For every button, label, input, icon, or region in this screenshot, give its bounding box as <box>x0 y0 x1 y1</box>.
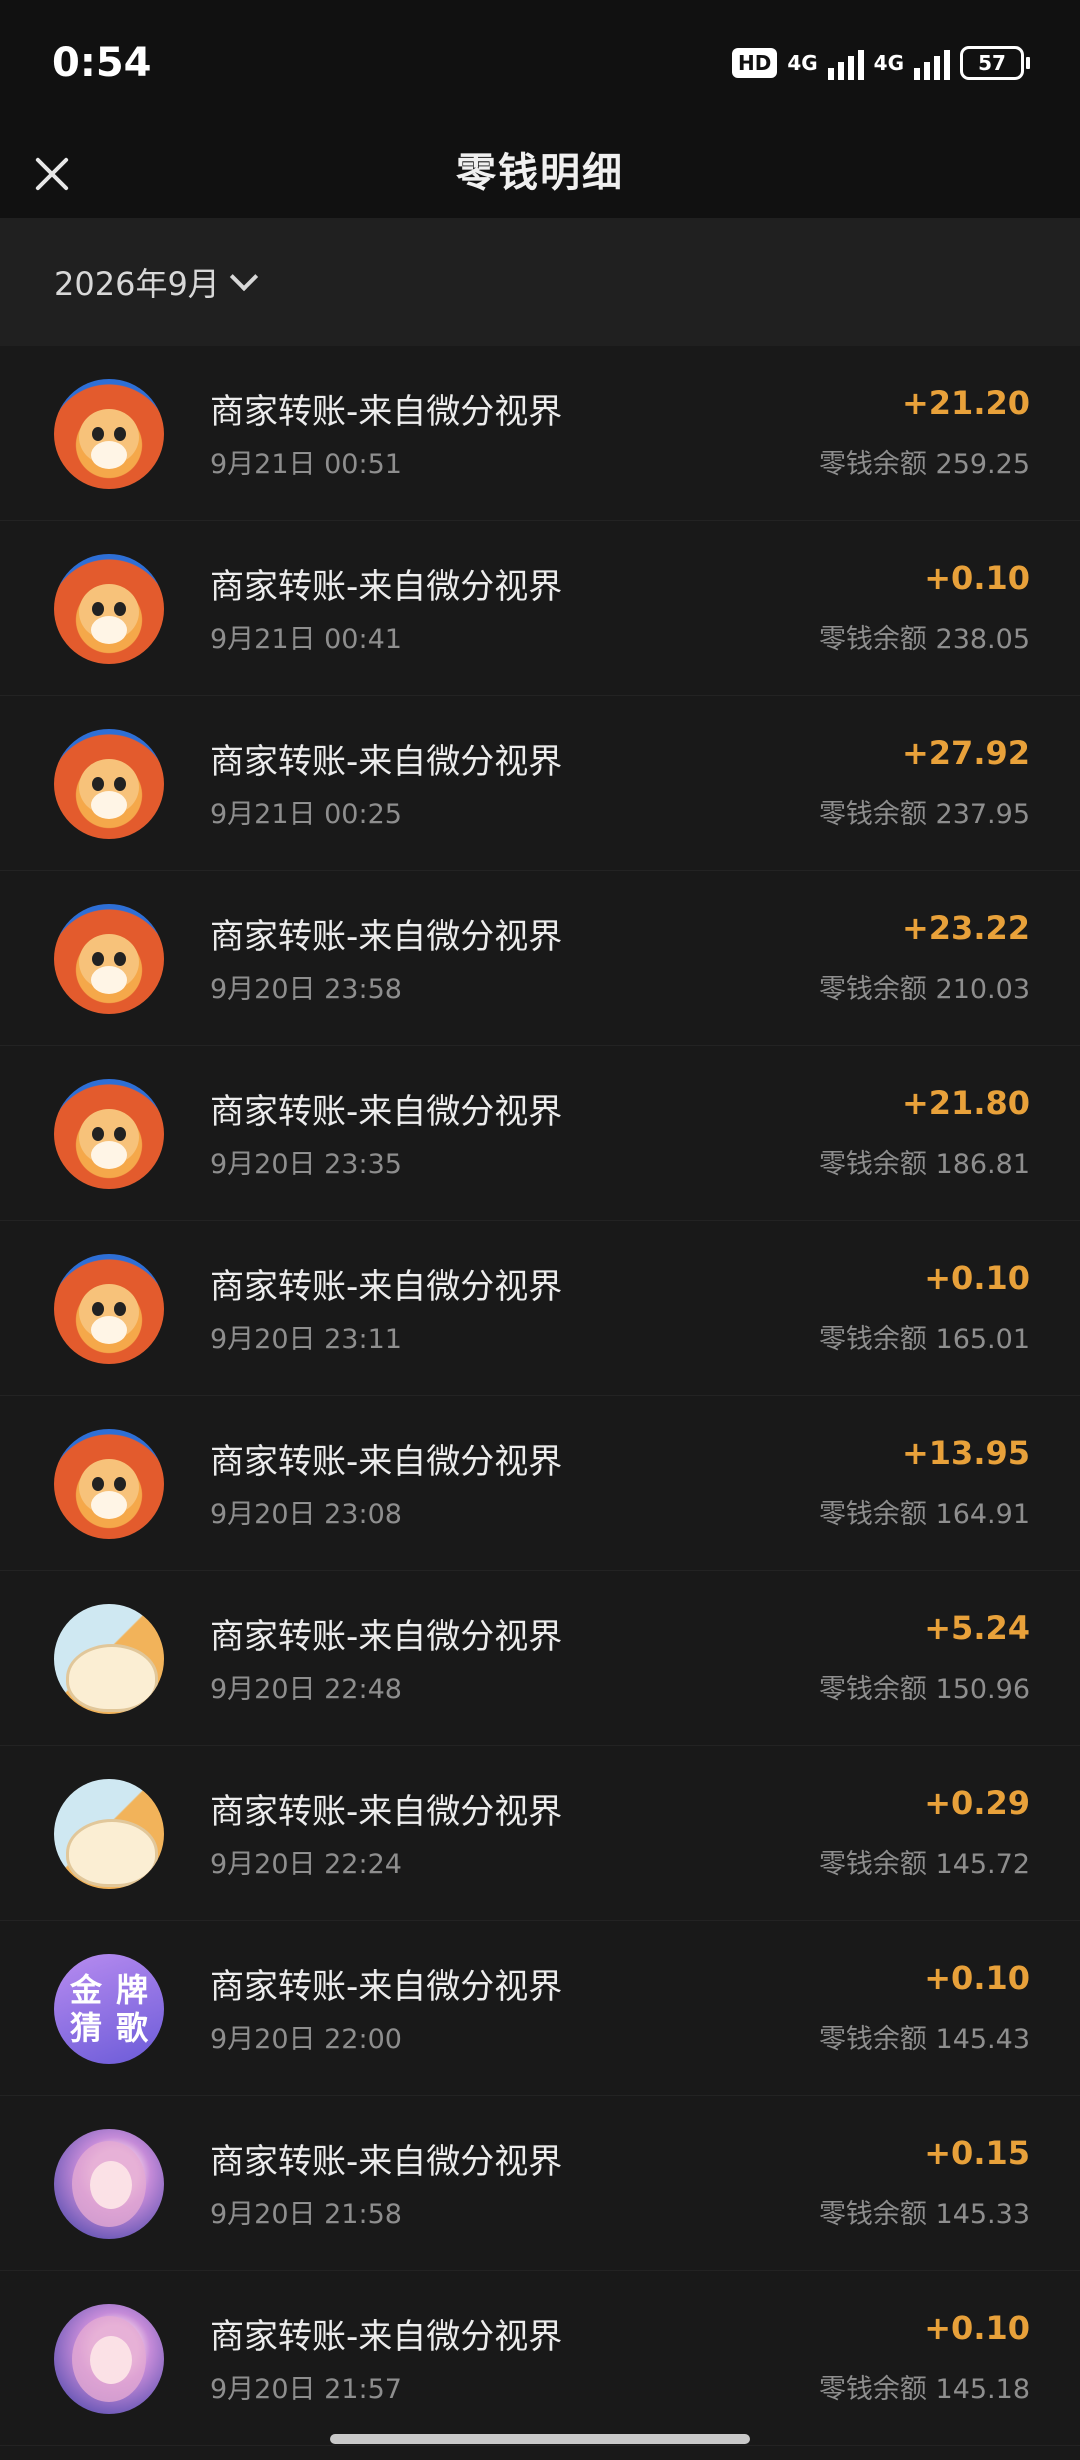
transaction-amount: +0.10 <box>924 1259 1030 1297</box>
transaction-row[interactable]: 商家转账-来自微分视界 9月20日 21:58 +0.15 零钱余额 145.33 <box>0 2096 1080 2271</box>
transaction-amount: +23.22 <box>901 909 1030 947</box>
transaction-balance: 零钱余额 145.33 <box>818 2199 1030 2230</box>
avatar-text-char: 金 <box>69 1971 102 2009</box>
merchant-avatar <box>54 379 164 489</box>
transaction-title: 商家转账-来自微分视界 <box>210 2142 563 2182</box>
transaction-row[interactable]: 商家转账-来自微分视界 9月20日 23:11 +0.10 零钱余额 165.01 <box>0 1221 1080 1396</box>
merchant-avatar <box>54 2304 164 2414</box>
transaction-balance: 零钱余额 259.25 <box>818 449 1030 480</box>
status-indicators: HD 4G 4G 57 <box>731 46 1030 80</box>
merchant-avatar <box>54 1079 164 1189</box>
transaction-balance: 零钱余额 145.43 <box>818 2024 1030 2055</box>
transaction-balance: 零钱余额 165.01 <box>818 1324 1030 1355</box>
transaction-balance: 零钱余额 150.96 <box>818 1674 1030 1705</box>
hd-voice-icon: HD <box>731 48 778 78</box>
transaction-balance: 零钱余额 237.95 <box>818 799 1030 830</box>
transaction-row[interactable]: 商家转账-来自微分视界 9月21日 00:25 +27.92 零钱余额 237.95 <box>0 696 1080 871</box>
transaction-time: 9月21日 00:25 <box>210 799 402 830</box>
transaction-row[interactable]: 商家转账-来自微分视界 9月20日 23:08 +13.95 零钱余额 164.91 <box>0 1396 1080 1571</box>
transaction-amount: +0.15 <box>924 2134 1030 2172</box>
merchant-avatar <box>54 904 164 1014</box>
merchant-avatar <box>54 1254 164 1364</box>
transaction-time: 9月20日 23:58 <box>210 974 402 1005</box>
title-bar: 零钱明细 <box>0 130 1080 218</box>
status-bar: 0:54 HD 4G 4G 57 <box>0 0 1080 130</box>
status-time: 0:54 <box>52 40 152 86</box>
month-label: 2026年9月 <box>54 265 220 303</box>
transaction-row[interactable]: 商家转账-来自微分视界 9月21日 00:41 +0.10 零钱余额 238.05 <box>0 521 1080 696</box>
transaction-row[interactable]: 商家转账-来自微分视界 9月20日 21:57 +0.10 零钱余额 145.18 <box>0 2271 1080 2446</box>
transaction-amount: +0.10 <box>924 1959 1030 1997</box>
transaction-title: 商家转账-来自微分视界 <box>210 1792 563 1832</box>
month-selector[interactable]: 2026年9月 <box>54 259 258 305</box>
battery-icon: 57 <box>960 46 1030 80</box>
merchant-avatar <box>54 1604 164 1714</box>
transaction-amount: +0.10 <box>924 2309 1030 2347</box>
transaction-title: 商家转账-来自微分视界 <box>210 567 563 607</box>
transaction-row[interactable]: 商家转账-来自微分视界 9月21日 00:51 +21.20 零钱余额 259.25 <box>0 346 1080 521</box>
transaction-row[interactable]: 商家转账-来自微分视界 9月20日 22:24 +0.29 零钱余额 145.72 <box>0 1746 1080 1921</box>
transaction-row[interactable]: 商家转账-来自微分视界 9月20日 23:58 +23.22 零钱余额 210.03 <box>0 871 1080 1046</box>
home-indicator[interactable] <box>330 2434 750 2444</box>
transaction-time: 9月20日 21:58 <box>210 2199 402 2230</box>
transaction-time: 9月21日 00:51 <box>210 449 402 480</box>
merchant-avatar <box>54 2129 164 2239</box>
chevron-down-icon <box>229 262 258 292</box>
transaction-balance: 零钱余额 164.91 <box>818 1499 1030 1530</box>
merchant-avatar <box>54 1429 164 1539</box>
transaction-amount: +21.20 <box>901 384 1030 422</box>
transaction-row[interactable]: 金牌猜歌 商家转账-来自微分视界 9月20日 22:00 +0.10 零钱余额 145.… <box>0 1921 1080 2096</box>
month-filter-bar: 2026年9月 <box>0 218 1080 346</box>
transaction-title: 商家转账-来自微分视界 <box>210 1092 563 1132</box>
transaction-amount: +27.92 <box>901 734 1030 772</box>
transaction-title: 商家转账-来自微分视界 <box>210 1267 563 1307</box>
transaction-balance: 零钱余额 186.81 <box>818 1149 1030 1180</box>
merchant-avatar <box>54 729 164 839</box>
merchant-avatar: 金牌猜歌 <box>54 1954 164 2064</box>
avatar-text-char: 猜 <box>69 2009 102 2047</box>
merchant-avatar <box>54 1779 164 1889</box>
transaction-balance: 零钱余额 145.18 <box>818 2374 1030 2405</box>
transaction-list: 商家转账-来自微分视界 9月21日 00:51 +21.20 零钱余额 259.25 商… <box>0 346 1080 2446</box>
transaction-title: 商家转账-来自微分视界 <box>210 1967 563 2007</box>
transaction-title: 商家转账-来自微分视界 <box>210 1617 563 1657</box>
signal-icon-1 <box>827 46 864 80</box>
battery-level: 57 <box>960 46 1024 80</box>
transaction-time: 9月20日 22:24 <box>210 1849 402 1880</box>
transaction-row[interactable]: 商家转账-来自微分视界 9月20日 23:35 +21.80 零钱余额 186.81 <box>0 1046 1080 1221</box>
transaction-time: 9月20日 21:57 <box>210 2374 402 2405</box>
transaction-amount: +0.10 <box>924 559 1030 597</box>
transaction-title: 商家转账-来自微分视界 <box>210 392 563 432</box>
merchant-avatar <box>54 554 164 664</box>
transaction-row[interactable]: 商家转账-来自微分视界 9月20日 22:48 +5.24 零钱余额 150.96 <box>0 1571 1080 1746</box>
network-type-2: 4G <box>873 51 904 75</box>
battery-tip <box>1026 57 1030 69</box>
transaction-amount: +13.95 <box>901 1434 1030 1472</box>
transaction-time: 9月20日 23:35 <box>210 1149 402 1180</box>
transaction-time: 9月20日 23:08 <box>210 1499 402 1530</box>
transaction-time: 9月20日 22:48 <box>210 1674 402 1705</box>
transaction-balance: 零钱余额 238.05 <box>818 624 1030 655</box>
transaction-time: 9月20日 22:00 <box>210 2024 402 2055</box>
transaction-time: 9月21日 00:41 <box>210 624 402 655</box>
transaction-amount: +21.80 <box>901 1084 1030 1122</box>
signal-icon-2 <box>914 46 950 80</box>
network-type-1: 4G <box>787 51 818 75</box>
transaction-balance: 零钱余额 210.03 <box>818 974 1030 1005</box>
transaction-title: 商家转账-来自微分视界 <box>210 2317 563 2357</box>
transaction-amount: +0.29 <box>924 1784 1030 1822</box>
avatar-text-char: 歌 <box>115 2009 148 2047</box>
transaction-title: 商家转账-来自微分视界 <box>210 917 563 957</box>
transaction-title: 商家转账-来自微分视界 <box>210 1442 563 1482</box>
transaction-title: 商家转账-来自微分视界 <box>210 742 563 782</box>
page-title: 零钱明细 <box>456 150 624 196</box>
transaction-time: 9月20日 23:11 <box>210 1324 402 1355</box>
transaction-amount: +5.24 <box>924 1609 1030 1647</box>
avatar-text-char: 牌 <box>115 1971 148 2009</box>
transaction-balance: 零钱余额 145.72 <box>818 1849 1030 1880</box>
